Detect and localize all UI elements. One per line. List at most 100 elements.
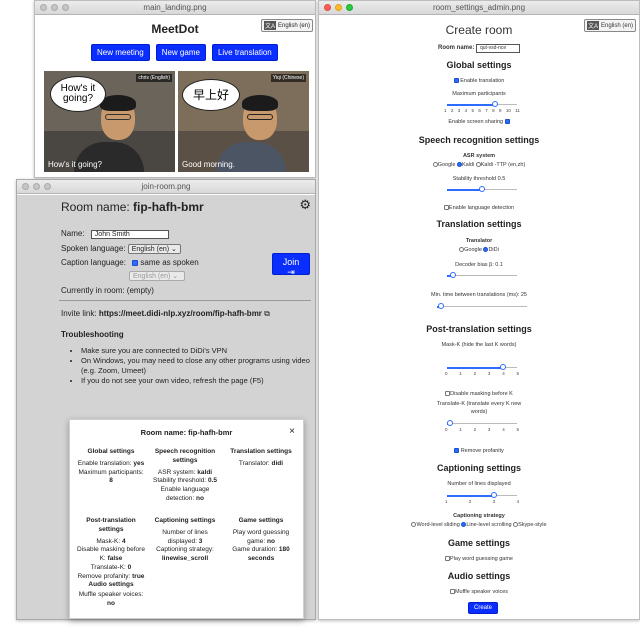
caption-language-value: English (en) <box>133 273 171 280</box>
remove-profanity-label: Remove profanity <box>460 448 504 454</box>
mask-k-label: Mask-K (hide the last K words) <box>441 342 517 348</box>
slider-knob[interactable] <box>479 186 485 192</box>
enable-translation-checkbox[interactable] <box>453 78 459 84</box>
list-item: If you do not see your own video, refres… <box>81 376 310 386</box>
close-icon[interactable]: × <box>289 426 295 437</box>
max-participants-label: Maximum participants <box>452 91 506 97</box>
setting-value: yes <box>133 459 145 467</box>
radio-label: Kaldi -TTP (en,zh) <box>480 162 526 168</box>
setting-label: Captioning strategy: <box>156 546 214 554</box>
spoken-language-select[interactable]: English (en) ⌄ <box>127 244 181 254</box>
window-controls[interactable] <box>40 4 69 11</box>
live-caption: How's it going? <box>48 160 102 169</box>
minimize-dot[interactable] <box>51 4 58 11</box>
mask-k-ticks: 012345 <box>445 371 519 376</box>
slider-knob[interactable] <box>500 364 506 370</box>
zoom-dot[interactable] <box>346 4 353 11</box>
radio-label: Word-level sliding <box>416 522 460 528</box>
max-participants-slider[interactable] <box>447 101 517 107</box>
translate-k-ticks: 012345 <box>445 427 519 432</box>
translate-k-slider[interactable] <box>447 420 517 426</box>
modal-title: Room name: fip-hafh-bmr <box>140 428 233 437</box>
close-dot[interactable] <box>22 183 29 190</box>
translation-settings-col: Translation settings Translator: didi <box>226 448 296 469</box>
remove-profanity-checkbox[interactable] <box>454 448 460 454</box>
room-name-row: Room name: qut-vsd-nce <box>319 44 639 53</box>
create-room-title: Create room <box>445 23 513 37</box>
screen-sharing-checkbox[interactable] <box>504 119 510 125</box>
post-translation-col: Post-translation settings Mask-K: 4 Disa… <box>76 517 146 609</box>
live-translation-button[interactable]: Live translation <box>211 44 278 61</box>
new-game-button[interactable]: New game <box>155 44 206 61</box>
setting-label: Enable translation: <box>77 459 132 467</box>
zoom-dot[interactable] <box>62 4 69 11</box>
decoder-bias-slider[interactable] <box>447 272 517 278</box>
room-heading-name: fip-hafh-bmr <box>133 200 204 214</box>
slider-knob[interactable] <box>492 101 498 107</box>
audio-settings-heading: Audio settings <box>447 571 511 581</box>
minimize-dot[interactable] <box>335 4 342 11</box>
list-item: Make sure you are connected to DiDi's VP… <box>81 346 310 356</box>
caption-language-select[interactable]: English (en) ⌄ <box>129 271 185 281</box>
setting-label: Mask-K: <box>96 537 121 545</box>
same-as-spoken-checkbox[interactable] <box>132 259 139 266</box>
enable-translation-row: Enable translation <box>319 78 639 86</box>
min-time-slider[interactable] <box>437 303 527 309</box>
setting-value: kaldi <box>197 468 213 476</box>
zoom-dot[interactable] <box>44 183 51 190</box>
section-heading: Audio settings <box>88 581 134 589</box>
captioning-settings-col: Captioning settings Number of lines disp… <box>150 517 220 564</box>
lines-label: Number of lines displayed <box>447 481 511 487</box>
close-dot[interactable] <box>40 4 47 11</box>
setting-label: Game duration: <box>232 546 278 554</box>
language-detection-row: Enable language detection <box>319 205 639 213</box>
strategy-options: Word-level sliding Line-level scrolling … <box>319 522 639 530</box>
room-heading: Room name: fip-hafh-bmr <box>61 200 204 214</box>
speech-bubble: How's it going? <box>50 76 106 112</box>
setting-value: 0 <box>127 563 132 571</box>
create-button[interactable]: Create <box>468 602 499 614</box>
lines-ticks: 1234 <box>445 499 519 504</box>
spoken-label: Spoken language: <box>61 244 126 253</box>
mask-k-slider[interactable] <box>447 364 517 370</box>
room-name-label: Room name: <box>437 45 475 51</box>
setting-label: Muffle speaker voices: <box>78 591 144 599</box>
setting-value: true <box>132 572 145 580</box>
setting-value: 4 <box>122 537 126 545</box>
invite-link[interactable]: https://meet.didi-nlp.xyz/room/fip-hafh-… <box>99 309 262 318</box>
setting-label: Remove profanity: <box>77 572 131 580</box>
global-settings-heading: Global settings <box>446 60 512 70</box>
section-heading: Post-translation settings <box>86 517 136 533</box>
same-as-spoken-label: same as spoken <box>140 258 199 267</box>
stability-slider[interactable] <box>447 186 517 192</box>
lines-slider[interactable] <box>447 492 517 498</box>
screen-sharing-row: Enable screen sharing <box>319 119 639 127</box>
close-dot[interactable] <box>324 4 331 11</box>
post-translation-heading: Post-translation settings <box>426 324 532 334</box>
captioning-settings-heading: Captioning settings <box>437 463 521 473</box>
muffle-label: Muffle speaker voices <box>454 589 509 595</box>
setting-value: 0.5 <box>207 477 217 485</box>
room-name-input[interactable]: qut-vsd-nce <box>476 44 520 53</box>
new-meeting-button[interactable]: New meeting <box>91 44 150 61</box>
current-room: Currently in room: (empty) <box>61 286 154 295</box>
slider-knob[interactable] <box>491 492 497 498</box>
join-button-label: Join <box>282 257 300 267</box>
slider-knob[interactable] <box>447 420 453 426</box>
minimize-dot[interactable] <box>33 183 40 190</box>
name-input[interactable]: John Smith <box>90 230 169 239</box>
gear-icon[interactable]: ⚙ <box>299 197 311 213</box>
window-controls[interactable] <box>324 4 353 11</box>
setting-label: Maximum participants: <box>78 468 144 476</box>
slider-knob[interactable] <box>438 303 444 309</box>
slider-knob[interactable] <box>450 272 456 278</box>
join-button[interactable]: Join ⇥ <box>272 253 310 277</box>
enable-translation-label: Enable translation <box>460 78 505 84</box>
name-label: Name: <box>61 229 85 238</box>
video-tile-left: chris (English) How's it going? How's it… <box>44 71 175 172</box>
window-controls[interactable] <box>22 183 51 190</box>
screen-sharing-label: Enable screen sharing <box>448 119 504 125</box>
copy-icon[interactable]: ⧉ <box>264 309 270 318</box>
language-button[interactable]: 文A English (en) <box>260 19 313 32</box>
section-heading: Game settings <box>238 517 284 524</box>
